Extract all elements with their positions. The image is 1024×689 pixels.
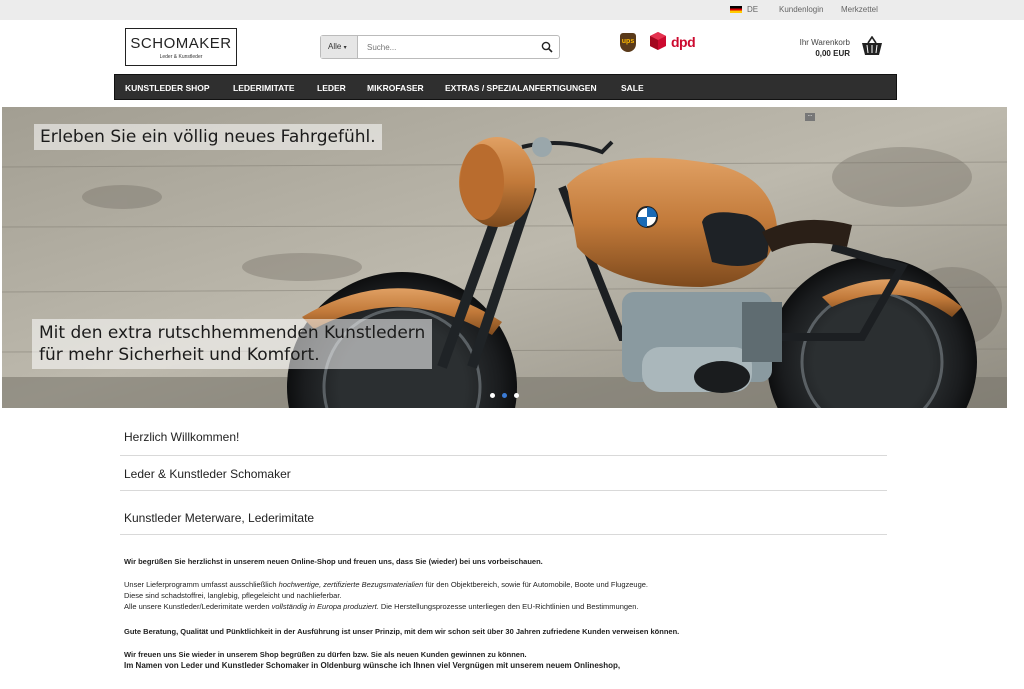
closing-paragraph: Wir freuen uns Sie wieder in unserem Sho… [124, 649, 894, 671]
caret-down-icon: ▾ [343, 45, 347, 51]
search-scope-dropdown[interactable]: Alle ▾ [321, 36, 358, 58]
nav-item-lederimitate[interactable]: LEDERIMITATE [233, 75, 295, 101]
search-input[interactable] [363, 36, 533, 58]
search-scope-label: Alle [328, 42, 342, 51]
intro-paragraph: Wir begrüßen Sie herzlichst in unserem n… [124, 556, 894, 567]
main-nav: KUNSTLEDER SHOP LEDERIMITATE LEDER MIKRO… [114, 74, 897, 100]
slider-dot-2[interactable] [502, 393, 507, 398]
intro-text: Wir begrüßen Sie herzlichst in unserem n… [124, 557, 543, 566]
cart-total[interactable]: 0,00 EUR [815, 49, 850, 58]
search-bar: Alle ▾ [320, 35, 560, 59]
cart-label[interactable]: Ihr Warenkorb [800, 38, 850, 47]
nav-item-sale[interactable]: SALE [621, 75, 644, 101]
top-bar: DE Kundenlogin Merkzettel [0, 0, 1024, 20]
slider-dot-3[interactable] [514, 393, 519, 398]
ups-logo-text: ups [621, 38, 635, 45]
hero-caption-bottom-line2: für mehr Sicherheit und Komfort. [39, 345, 320, 365]
hero-caption-top: Erleben Sie ein völlig neues Fahrgefühl. [34, 124, 382, 150]
search-icon[interactable] [541, 41, 553, 53]
welcome-heading: Herzlich Willkommen! [124, 430, 240, 444]
program-text-line3-a: Alle unsere Kunstleder/Lederimitate werd… [124, 602, 272, 611]
dpd-cube-icon [650, 32, 666, 50]
program-text-line3-em: vollständig in Europa produziert [271, 602, 377, 611]
site-logo[interactable]: SCHOMAKER Leder & Kunstleder [125, 28, 237, 66]
closing-text-line2: Im Namen von Leder und Kunstleder Schoma… [124, 661, 621, 670]
nav-item-leder[interactable]: LEDER [317, 75, 346, 101]
closing-text-line1: Wir freuen uns Sie wieder in unserem Sho… [124, 650, 527, 659]
ups-logo: ups [620, 33, 636, 52]
customer-login-link[interactable]: Kundenlogin [779, 5, 823, 14]
basket-icon[interactable] [861, 36, 883, 56]
program-text-line2: Diese sind schadstoffrei, langlebig, pfl… [124, 591, 342, 600]
company-heading: Leder & Kunstleder Schomaker [124, 467, 291, 481]
program-text-line3-b: . Die Herstellungsprozesse unterliegen d… [376, 602, 639, 611]
wishlist-link[interactable]: Merkzettel [841, 5, 878, 14]
program-text-a: Unser Lieferprogramm umfasst ausschließl… [124, 580, 279, 589]
hero-caption-bottom-line1: Mit den extra rutschhemmenden Kunstleder… [39, 323, 426, 343]
program-text-b: für den Objektbereich, sowie für Automob… [423, 580, 649, 589]
principle-paragraph: Gute Beratung, Qualität und Pünktlichkei… [124, 626, 894, 637]
principle-text: Gute Beratung, Qualität und Pünktlichkei… [124, 627, 680, 636]
hero-slider[interactable]: Erleben Sie ein völlig neues Fahrgefühl.… [2, 107, 1007, 408]
logo-tagline: Leder & Kunstleder [159, 54, 203, 60]
products-heading: Kunstleder Meterware, Lederimitate [124, 511, 315, 525]
logo-name: SCHOMAKER [130, 35, 232, 52]
nav-item-extras[interactable]: EXTRAS / SPEZIALANFERTIGUNGEN [445, 75, 597, 101]
dpd-logo-text: dpd [671, 34, 696, 50]
nav-item-mikrofaser[interactable]: MIKROFASER [367, 75, 424, 101]
language-selector[interactable]: DE [747, 5, 758, 14]
program-text-em: hochwertige, zertifizierte Bezugsmateria… [278, 580, 424, 589]
program-paragraph: Unser Lieferprogramm umfasst ausschließl… [124, 579, 894, 612]
divider [120, 490, 887, 491]
slider-dot-1[interactable] [490, 393, 495, 398]
german-flag-icon[interactable] [730, 6, 742, 13]
hero-caption-bottom: Mit den extra rutschhemmenden Kunstleder… [32, 319, 433, 369]
divider [120, 534, 887, 535]
divider [120, 455, 887, 456]
nav-item-kunstleder-shop[interactable]: KUNSTLEDER SHOP [125, 75, 210, 101]
slider-more-dots[interactable]: ... [805, 112, 815, 121]
